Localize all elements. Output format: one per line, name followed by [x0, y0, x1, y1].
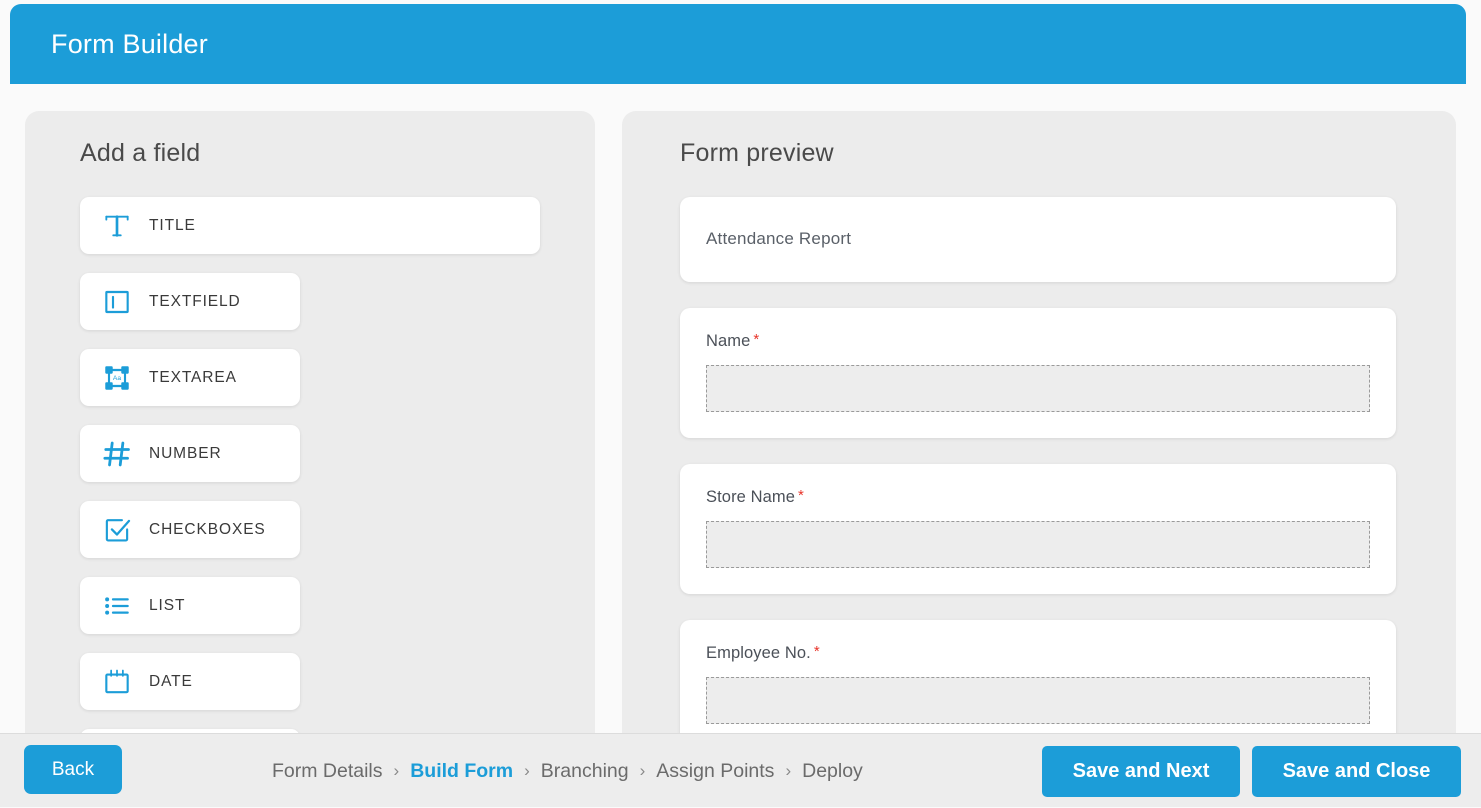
preview-field-input[interactable] — [706, 521, 1370, 568]
number-icon — [100, 437, 134, 471]
preview-field-label: Store Name* — [706, 488, 1370, 507]
save-and-next-button[interactable]: Save and Next — [1042, 746, 1240, 797]
field-type-label: TITLE — [149, 217, 196, 235]
field-type-list[interactable]: LIST — [80, 577, 300, 634]
field-type-label: LIST — [149, 597, 185, 615]
field-type-label: TEXTFIELD — [149, 293, 241, 311]
preview-form-title-card[interactable]: Attendance Report — [680, 197, 1396, 282]
preview-field-label-text: Name — [706, 332, 750, 350]
field-type-label: TEXTAREA — [149, 369, 237, 387]
form-preview-list: Attendance Report Name*Store Name*Employ… — [680, 197, 1396, 733]
preview-field-input[interactable] — [706, 677, 1370, 724]
preview-field-label-text: Store Name — [706, 488, 795, 506]
preview-field-label-text: Employee No. — [706, 644, 811, 662]
form-preview-heading: Form preview — [680, 139, 1456, 168]
field-type-checkboxes[interactable]: CHECKBOXES — [80, 501, 300, 558]
svg-text:Aa: Aa — [113, 375, 121, 382]
app-header: Form Builder — [10, 4, 1466, 84]
breadcrumb-step-build-form[interactable]: Build Form — [410, 760, 513, 783]
field-type-date[interactable]: DATE — [80, 653, 300, 710]
breadcrumb-separator: › — [394, 761, 400, 781]
list-icon — [100, 589, 134, 623]
preview-field-label: Employee No.* — [706, 644, 1370, 663]
field-type-label: CHECKBOXES — [149, 521, 266, 539]
field-type-title[interactable]: TITLE — [80, 197, 540, 254]
back-button[interactable]: Back — [24, 745, 122, 794]
breadcrumb-separator: › — [640, 761, 646, 781]
add-field-heading: Add a field — [80, 139, 595, 168]
required-marker: * — [753, 331, 759, 348]
textfield-icon — [100, 285, 134, 319]
field-type-textarea[interactable]: Aa TEXTAREA — [80, 349, 300, 406]
breadcrumb-separator: › — [785, 761, 791, 781]
breadcrumb: Form Details › Build Form › Branching › Assign… — [272, 734, 863, 808]
preview-form-title: Attendance Report — [706, 229, 1370, 249]
page-title: Form Builder — [51, 29, 208, 60]
save-and-close-button[interactable]: Save and Close — [1252, 746, 1461, 797]
breadcrumb-separator: › — [524, 761, 530, 781]
breadcrumb-step-branching[interactable]: Branching — [541, 760, 629, 783]
preview-field-card[interactable]: Employee No.* — [680, 620, 1396, 733]
preview-field-card[interactable]: Store Name* — [680, 464, 1396, 594]
breadcrumb-step-assign-points[interactable]: Assign Points — [656, 760, 774, 783]
preview-field-label: Name* — [706, 332, 1370, 351]
checkboxes-icon — [100, 513, 134, 547]
preview-field-card[interactable]: Name* — [680, 308, 1396, 438]
add-field-panel: Add a field TITLE TEXTFIELD Aa TEXTAREA NUMB… — [25, 111, 595, 733]
breadcrumb-step-form-details[interactable]: Form Details — [272, 760, 383, 783]
field-type-list: TITLE TEXTFIELD Aa TEXTAREA NUMBER CHECKBOXES… — [80, 197, 540, 733]
textarea-icon: Aa — [100, 361, 134, 395]
breadcrumb-step-deploy[interactable]: Deploy — [802, 760, 863, 783]
field-type-label: NUMBER — [149, 445, 222, 463]
date-icon — [100, 665, 134, 699]
required-marker: * — [798, 487, 804, 504]
workspace: Add a field TITLE TEXTFIELD Aa TEXTAREA NUMB… — [0, 84, 1481, 733]
field-type-textfield[interactable]: TEXTFIELD — [80, 273, 300, 330]
field-type-label: DATE — [149, 673, 193, 691]
form-preview-panel: Form preview Attendance Report Name*Stor… — [622, 111, 1456, 733]
preview-field-input[interactable] — [706, 365, 1370, 412]
field-type-number[interactable]: NUMBER — [80, 425, 300, 482]
title-icon — [100, 209, 134, 243]
footer-bar: Back Form Details › Build Form › Branching › A… — [0, 733, 1481, 807]
required-marker: * — [814, 643, 820, 660]
